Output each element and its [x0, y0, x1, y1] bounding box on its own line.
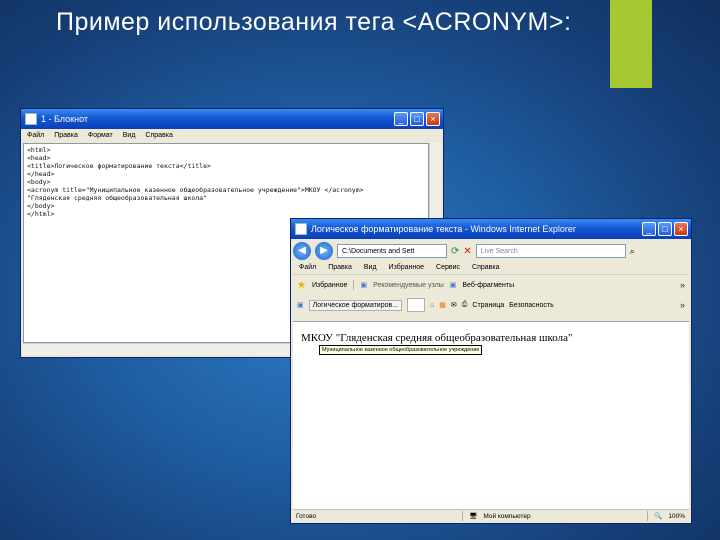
- address-bar[interactable]: C:\Documents and Sett: [337, 244, 447, 258]
- ie-menu-help[interactable]: Справка: [472, 264, 499, 271]
- forward-icon[interactable]: ▶: [315, 242, 333, 260]
- maximize-icon[interactable]: □: [658, 222, 672, 236]
- notepad-titlebar[interactable]: 1 - Блокнот _ □ ×: [21, 109, 443, 129]
- web-slices-link[interactable]: Веб-фрагменты: [462, 282, 514, 289]
- feeds-icon[interactable]: ▦: [439, 301, 446, 309]
- zoom-level[interactable]: 100%: [668, 513, 689, 520]
- notepad-title: 1 - Блокнот: [41, 114, 89, 124]
- ie-menu-view[interactable]: Вид: [364, 264, 377, 271]
- ie-titlebar[interactable]: Логическое форматирование текста - Windo…: [291, 219, 691, 239]
- ie-title: Логическое форматирование текста - Windo…: [311, 224, 576, 234]
- page-content: МКОУ "Гляденская средняя общеобразовател…: [293, 321, 689, 509]
- new-tab-button[interactable]: [407, 298, 426, 312]
- back-icon[interactable]: ◀: [293, 242, 311, 260]
- suggested-sites-icon: ▣: [360, 282, 368, 289]
- close-icon[interactable]: ×: [674, 222, 688, 236]
- safety-menu[interactable]: Безопасность: [509, 302, 554, 309]
- menu-help[interactable]: Справка: [145, 132, 172, 139]
- maximize-icon[interactable]: □: [410, 112, 424, 126]
- home-icon[interactable]: ⌂: [430, 302, 434, 309]
- ie-menu-edit[interactable]: Правка: [328, 264, 352, 271]
- close-icon[interactable]: ×: [426, 112, 440, 126]
- favorites-star-icon[interactable]: ★: [297, 280, 306, 291]
- chevron-right-icon[interactable]: »: [680, 300, 689, 310]
- page-tab-icon: ▣: [297, 302, 304, 309]
- minimize-icon[interactable]: _: [394, 112, 408, 126]
- ie-menu-file[interactable]: Файл: [299, 264, 316, 271]
- ie-menu-tools[interactable]: Сервис: [436, 264, 460, 271]
- minimize-icon[interactable]: _: [642, 222, 656, 236]
- chevron-right-icon[interactable]: »: [680, 280, 689, 290]
- search-icon[interactable]: ⌕: [630, 246, 635, 257]
- acronym-tooltip: Муниципальное казенное общеобразовательн…: [319, 345, 483, 355]
- suggested-sites-link[interactable]: Рекомендуемые узлы: [373, 282, 444, 289]
- zone-label: Мой компьютер: [483, 512, 531, 520]
- notepad-icon: [25, 113, 37, 125]
- page-tab[interactable]: Логическое форматиров...: [308, 299, 403, 311]
- print-icon[interactable]: ⎙: [462, 301, 468, 309]
- menu-file[interactable]: Файл: [27, 132, 44, 139]
- refresh-icon[interactable]: ⟳: [451, 246, 459, 257]
- mail-icon[interactable]: ✉: [451, 301, 457, 309]
- ie-statusbar: Готово 🖥 Мой компьютер 🔍 100%: [293, 509, 689, 522]
- ie-icon: [295, 223, 307, 235]
- slide-title: Пример использования тега <ACRONYM>:: [56, 8, 572, 36]
- menu-view[interactable]: Вид: [123, 132, 136, 139]
- notepad-menubar: Файл Правка Формат Вид Справка: [21, 129, 443, 141]
- ie-window: Логическое форматирование текста - Windo…: [290, 218, 692, 524]
- accent-bar: [610, 0, 652, 88]
- ie-menu-favorites[interactable]: Избранное: [389, 264, 424, 271]
- status-text: Готово: [296, 512, 317, 520]
- zone-icon: 🖥: [469, 513, 478, 520]
- search-input[interactable]: Live Search: [475, 244, 626, 258]
- zoom-icon[interactable]: 🔍: [654, 512, 662, 520]
- page-menu[interactable]: Страница: [472, 302, 504, 309]
- menu-edit[interactable]: Правка: [54, 132, 78, 139]
- menu-format[interactable]: Формат: [88, 132, 113, 139]
- stop-icon[interactable]: ✕: [463, 246, 471, 257]
- web-slices-icon: ▣: [449, 282, 457, 289]
- favorites-button[interactable]: Избранное: [312, 282, 347, 289]
- page-text: МКОУ "Гляденская средняя общеобразовател…: [301, 332, 573, 344]
